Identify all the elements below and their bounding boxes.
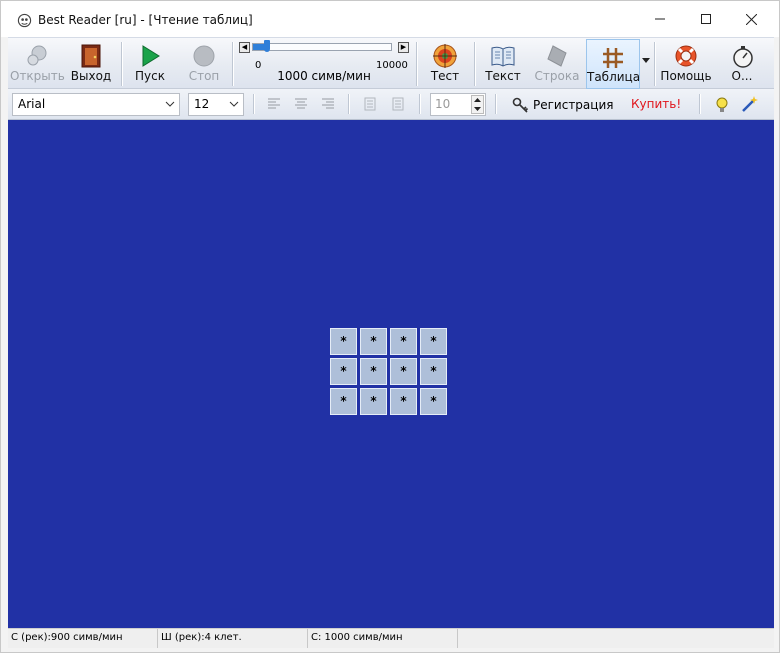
chevron-down-icon	[165, 101, 175, 107]
chevron-down-icon[interactable]	[642, 58, 650, 64]
minimize-button[interactable]	[637, 1, 683, 37]
speed-increase-button[interactable]: ▶	[398, 42, 409, 53]
separator	[495, 94, 496, 114]
book-icon	[491, 46, 515, 67]
table-cell: *	[390, 358, 417, 385]
status-recommended-speed: С (рек):900 симв/мин	[8, 629, 158, 648]
exit-button[interactable]: Выход	[65, 38, 117, 90]
speed-slider[interactable]	[252, 43, 392, 51]
test-button[interactable]: Тест	[421, 38, 469, 90]
app-icon	[17, 13, 32, 28]
separator	[416, 42, 417, 86]
status-bar: С (рек):900 симв/мин Ш (рек):4 клет. С: …	[8, 628, 774, 648]
font-size-value: 12	[194, 97, 210, 111]
title-bar: Best Reader [ru] - [Чтение таблиц]	[1, 1, 779, 37]
speed-slider-thumb[interactable]	[264, 40, 270, 52]
line-mode-button[interactable]: Строка	[532, 38, 582, 90]
register-label: Регистрация	[533, 98, 614, 112]
page-icon[interactable]	[363, 97, 377, 111]
open-label: Открыть	[10, 69, 65, 83]
reading-table: * * * * * * * * * * * *	[330, 328, 447, 415]
table-cell: *	[420, 328, 447, 355]
open-button[interactable]: Открыть	[10, 38, 65, 90]
lifebuoy-icon	[675, 45, 697, 67]
status-recommended-width: Ш (рек):4 клет.	[158, 629, 308, 648]
stop-icon	[193, 45, 215, 67]
exit-label: Выход	[70, 69, 112, 83]
maximize-button[interactable]	[683, 1, 729, 37]
lightbulb-icon[interactable]	[714, 96, 730, 114]
key-icon	[512, 97, 529, 113]
close-button[interactable]	[728, 1, 774, 37]
open-icon	[27, 45, 47, 66]
separator	[699, 94, 700, 114]
separator	[654, 42, 655, 86]
line-count-stepper[interactable]: 10	[430, 93, 486, 116]
font-name-value: Arial	[18, 97, 46, 111]
font-size-select[interactable]: 12	[188, 93, 244, 116]
help-label: Помощь	[660, 69, 712, 83]
font-name-select[interactable]: Arial	[12, 93, 180, 116]
align-right-icon[interactable]	[321, 97, 335, 111]
table-cell: *	[330, 328, 357, 355]
stopwatch-icon	[733, 46, 753, 68]
about-button[interactable]: О...	[717, 38, 767, 90]
buy-link[interactable]: Купить!	[631, 97, 681, 111]
table-cell: *	[390, 328, 417, 355]
app-window: Best Reader [ru] - [Чтение таблиц] Откры…	[0, 0, 780, 653]
format-toolbar: Arial 12 10 Регистрация Купить!	[8, 89, 774, 120]
target-icon	[433, 44, 457, 68]
table-mode-button[interactable]: Таблица	[586, 39, 640, 89]
table-cell: *	[360, 328, 387, 355]
start-label: Пуск	[135, 69, 165, 83]
grid-icon	[603, 48, 623, 68]
close-icon	[745, 13, 757, 25]
table-cell: *	[420, 358, 447, 385]
start-button[interactable]: Пуск	[126, 38, 174, 90]
door-icon	[81, 44, 101, 68]
line-mode-label: Строка	[534, 69, 580, 83]
table-mode-label: Таблица	[587, 70, 641, 84]
maximize-icon	[701, 14, 711, 24]
align-left-icon[interactable]	[267, 97, 281, 111]
line-count-value: 10	[435, 97, 451, 111]
text-mode-label: Текст	[485, 69, 521, 83]
stop-label: Стоп	[188, 69, 220, 83]
speed-decrease-button[interactable]: ◀	[239, 42, 250, 53]
stepper-arrows-icon[interactable]	[471, 95, 484, 114]
main-toolbar: Открыть Выход Пуск Стоп ◀ ▶ 0 10000 1000…	[8, 37, 774, 89]
table-cell: *	[330, 358, 357, 385]
separator	[474, 42, 475, 86]
separator	[232, 42, 233, 86]
table-cell: *	[360, 358, 387, 385]
separator	[253, 94, 254, 114]
reading-area: * * * * * * * * * * * *	[8, 120, 774, 628]
table-cell: *	[390, 388, 417, 415]
stop-button[interactable]: Стоп	[180, 38, 228, 90]
test-label: Тест	[430, 69, 460, 83]
window-title: Best Reader [ru] - [Чтение таблиц]	[38, 13, 253, 27]
speed-control: ◀ ▶ 0 10000 1000 симв/мин	[234, 38, 414, 90]
table-cell: *	[420, 388, 447, 415]
separator	[419, 94, 420, 114]
text-mode-button[interactable]: Текст	[479, 38, 527, 90]
align-center-icon[interactable]	[294, 97, 308, 111]
line-icon	[547, 45, 567, 67]
table-cell: *	[330, 388, 357, 415]
chevron-down-icon	[229, 101, 239, 107]
status-current-speed: С: 1000 симв/мин	[308, 629, 458, 648]
register-button[interactable]: Регистрация	[512, 95, 613, 115]
magic-wand-icon[interactable]	[741, 95, 759, 113]
play-icon	[142, 45, 160, 67]
speed-current-label: 1000 симв/мин	[277, 69, 371, 83]
separator	[121, 42, 122, 86]
table-cell: *	[360, 388, 387, 415]
page-lines-icon[interactable]	[391, 97, 405, 111]
about-label: О...	[731, 69, 753, 83]
minimize-icon	[655, 18, 665, 20]
help-button[interactable]: Помощь	[658, 38, 714, 90]
separator	[348, 94, 349, 114]
